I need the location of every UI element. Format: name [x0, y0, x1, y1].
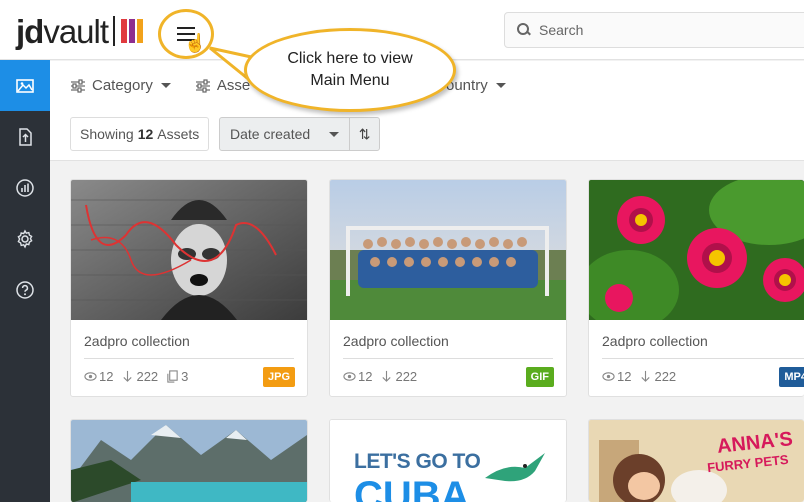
asset-thumbnail[interactable] [71, 420, 307, 502]
callout-line2: Main Menu [310, 72, 390, 89]
search-icon [517, 23, 531, 37]
showing-suffix: Assets [157, 126, 200, 142]
copy-icon [167, 370, 178, 383]
asset-thumbnail[interactable] [330, 180, 566, 320]
asset-card[interactable]: LET'S GO TO CUBA [329, 419, 567, 502]
logo-divider [113, 16, 116, 46]
sidebar-item-assets[interactable] [0, 60, 50, 111]
asset-card[interactable] [70, 419, 308, 502]
asset-thumbnail[interactable]: LET'S GO TO CUBA [330, 420, 566, 502]
sort-select-label: Date created [230, 126, 311, 142]
showing-prefix: Showing [80, 126, 134, 142]
category-filter-label: Category [92, 77, 153, 94]
card-divider [602, 358, 804, 359]
views-stat: 12 [343, 369, 372, 384]
downloads-stat: 222 [121, 369, 158, 384]
eye-icon [343, 372, 356, 381]
downloads-stat: 222 [380, 369, 417, 384]
sort-select[interactable]: Date created [220, 126, 349, 142]
asset-stats: 12 222 [343, 369, 425, 384]
cuba-headline-line2: CUBA [354, 474, 470, 502]
chevron-down-icon [495, 83, 506, 88]
sidebar-item-help[interactable] [0, 264, 50, 315]
views-count: 12 [99, 369, 114, 384]
asset-card[interactable]: ANNA'S FURRY PETS [588, 419, 804, 502]
showing-count: 12 [137, 126, 154, 142]
sidebar-item-upload[interactable] [0, 111, 50, 162]
card-divider [84, 358, 294, 359]
downloads-stat: 222 [639, 369, 676, 384]
asset-title: 2adpro collection [343, 333, 449, 349]
asset-title: 2adpro collection [602, 333, 708, 349]
jdvault-logo[interactable]: jdvault [16, 12, 144, 50]
sidebar [0, 60, 50, 502]
asset-thumbnail[interactable] [589, 180, 804, 320]
hand-cursor-icon: ☝ [184, 33, 207, 53]
eye-icon [84, 372, 97, 381]
search-input[interactable] [539, 22, 789, 38]
asset-count: Showing 12 Assets [70, 117, 210, 151]
file-type-badge: MP4 [779, 367, 804, 387]
chevron-down-icon [329, 131, 340, 137]
upload-icon [19, 127, 32, 146]
file-type-badge: GIF [525, 367, 554, 387]
sliders-icon [71, 78, 85, 93]
asset-card[interactable]: 2adpro collection 12 222 GIF [329, 179, 567, 397]
sort-direction-icon: ⇅ [358, 125, 371, 142]
asset-stats: 12 222 3 [84, 369, 196, 384]
download-arrow-icon [123, 370, 133, 382]
downloads-count: 222 [654, 369, 677, 384]
country-filter[interactable]: ountry [446, 77, 506, 94]
tutorial-callout: Click here to view Main Menu [244, 28, 456, 112]
analytics-icon [16, 178, 34, 197]
sort-control: Date created ⇅ [219, 117, 380, 151]
asset-thumbnail[interactable] [71, 180, 307, 320]
file-type-badge: JPG [262, 367, 295, 387]
views-count: 12 [358, 369, 373, 384]
cuba-headline-line1: LET'S GO TO [354, 450, 481, 473]
logo-mark-icon [121, 19, 144, 43]
hummingbird-icon [485, 453, 545, 482]
eye-icon [602, 372, 615, 381]
asset-title: 2adpro collection [84, 333, 190, 349]
download-arrow-icon [641, 370, 651, 382]
category-filter[interactable]: Category [70, 77, 171, 94]
chevron-down-icon [160, 83, 171, 88]
views-stat: 12 [84, 369, 113, 384]
download-arrow-icon [382, 370, 392, 382]
views-stat: 12 [602, 369, 631, 384]
asset-stats: 12 222 [602, 369, 684, 384]
help-icon [16, 280, 34, 299]
asset-card[interactable]: 2adpro collection 12 222 MP4 [588, 179, 804, 397]
downloads-count: 222 [395, 369, 418, 384]
images-icon [16, 78, 34, 93]
asset-thumbnail[interactable]: ANNA'S FURRY PETS [589, 420, 804, 502]
card-divider [343, 358, 553, 359]
sort-direction-button[interactable]: ⇅ [349, 118, 379, 150]
views-count: 12 [617, 369, 632, 384]
search-box[interactable] [504, 12, 804, 48]
sidebar-item-analytics[interactable] [0, 162, 50, 213]
copies-stat: 3 [166, 369, 188, 384]
copies-count: 3 [181, 369, 189, 384]
sidebar-item-settings[interactable] [0, 213, 50, 264]
asset-card[interactable]: 2adpro collection 12 222 3 JPG [70, 179, 308, 397]
callout-line1: Click here to view [287, 50, 413, 67]
gear-icon [17, 229, 33, 249]
downloads-count: 222 [136, 369, 159, 384]
logo-text: jdvault [16, 12, 109, 50]
